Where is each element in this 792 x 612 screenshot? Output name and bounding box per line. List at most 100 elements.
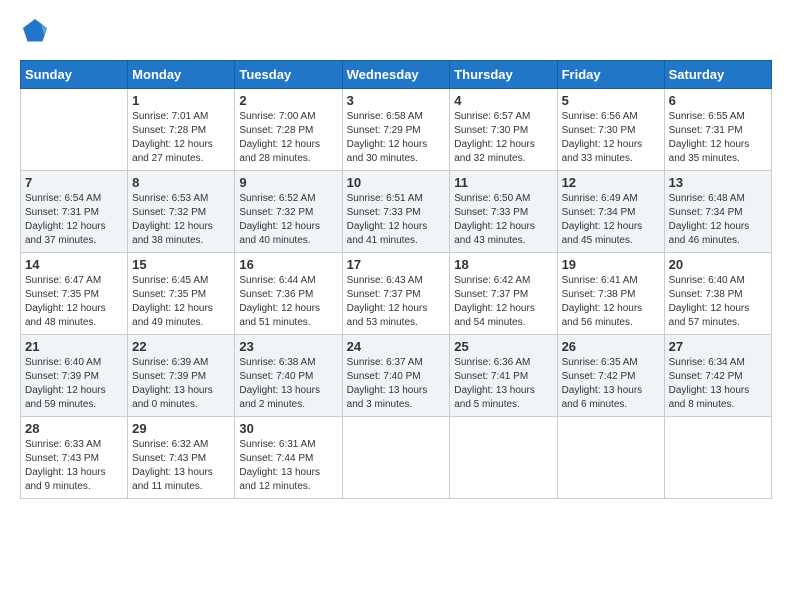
day-number: 8 (132, 175, 230, 190)
day-number: 17 (347, 257, 446, 272)
day-number: 25 (454, 339, 552, 354)
day-info: Sunrise: 7:00 AM Sunset: 7:28 PM Dayligh… (239, 110, 337, 166)
calendar-cell (450, 417, 557, 499)
day-info: Sunrise: 6:43 AM Sunset: 7:37 PM Dayligh… (347, 274, 446, 330)
calendar-header-row: SundayMondayTuesdayWednesdayThursdayFrid… (21, 61, 772, 89)
calendar-cell (21, 89, 128, 171)
day-number: 21 (25, 339, 123, 354)
calendar-cell: 9 Sunrise: 6:52 AM Sunset: 7:32 PM Daylig… (235, 171, 342, 253)
day-number: 7 (25, 175, 123, 190)
calendar-cell: 23 Sunrise: 6:38 AM Sunset: 7:40 PM Dayli… (235, 335, 342, 417)
col-header-monday: Monday (128, 61, 235, 89)
calendar-cell: 18 Sunrise: 6:42 AM Sunset: 7:37 PM Dayli… (450, 253, 557, 335)
calendar-week-row: 28 Sunrise: 6:33 AM Sunset: 7:43 PM Dayli… (21, 417, 772, 499)
col-header-friday: Friday (557, 61, 664, 89)
calendar-cell: 22Sunrise: 6:39 AM Sunset: 7:39 PM Dayli… (128, 335, 235, 417)
day-info: Sunrise: 6:53 AM Sunset: 7:32 PM Dayligh… (132, 192, 230, 248)
day-number: 6 (669, 93, 767, 108)
calendar-cell (342, 417, 450, 499)
calendar-table: SundayMondayTuesdayWednesdayThursdayFrid… (20, 60, 772, 499)
calendar-cell: 14 Sunrise: 6:47 AM Sunset: 7:35 PM Dayli… (21, 253, 128, 335)
calendar-cell: 15 Sunrise: 6:45 AM Sunset: 7:35 PM Dayli… (128, 253, 235, 335)
day-info: Sunrise: 6:40 AM Sunset: 7:39 PM Dayligh… (25, 356, 123, 412)
day-info: Sunrise: 6:47 AM Sunset: 7:35 PM Dayligh… (25, 274, 123, 330)
calendar-cell: 11Sunrise: 6:50 AM Sunset: 7:33 PM Dayli… (450, 171, 557, 253)
day-info: Sunrise: 6:31 AM Sunset: 7:44 PM Dayligh… (239, 438, 337, 494)
calendar-cell: 19 Sunrise: 6:41 AM Sunset: 7:38 PM Dayli… (557, 253, 664, 335)
logo (20, 20, 52, 50)
day-number: 28 (25, 421, 123, 436)
calendar-cell: 7 Sunrise: 6:54 AM Sunset: 7:31 PM Daylig… (21, 171, 128, 253)
day-number: 1 (132, 93, 230, 108)
day-number: 30 (239, 421, 337, 436)
day-info: Sunrise: 6:57 AM Sunset: 7:30 PM Dayligh… (454, 110, 552, 166)
day-info: Sunrise: 6:32 AM Sunset: 7:43 PM Dayligh… (132, 438, 230, 494)
day-number: 23 (239, 339, 337, 354)
calendar-cell: 8 Sunrise: 6:53 AM Sunset: 7:32 PM Daylig… (128, 171, 235, 253)
day-info: Sunrise: 6:51 AM Sunset: 7:33 PM Dayligh… (347, 192, 446, 248)
calendar-cell: 1 Sunrise: 7:01 AM Sunset: 7:28 PM Daylig… (128, 89, 235, 171)
day-info: Sunrise: 6:38 AM Sunset: 7:40 PM Dayligh… (239, 356, 337, 412)
day-info: Sunrise: 6:50 AM Sunset: 7:33 PM Dayligh… (454, 192, 552, 248)
day-number: 24 (347, 339, 446, 354)
calendar-cell: 4 Sunrise: 6:57 AM Sunset: 7:30 PM Daylig… (450, 89, 557, 171)
calendar-cell: 10 Sunrise: 6:51 AM Sunset: 7:33 PM Dayli… (342, 171, 450, 253)
day-number: 16 (239, 257, 337, 272)
calendar-cell: 24 Sunrise: 6:37 AM Sunset: 7:40 PM Dayli… (342, 335, 450, 417)
day-info: Sunrise: 6:54 AM Sunset: 7:31 PM Dayligh… (25, 192, 123, 248)
day-info: Sunrise: 6:41 AM Sunset: 7:38 PM Dayligh… (562, 274, 660, 330)
day-info: Sunrise: 6:45 AM Sunset: 7:35 PM Dayligh… (132, 274, 230, 330)
calendar-cell: 16Sunrise: 6:44 AM Sunset: 7:36 PM Dayli… (235, 253, 342, 335)
day-info: Sunrise: 6:55 AM Sunset: 7:31 PM Dayligh… (669, 110, 767, 166)
calendar-cell: 2 Sunrise: 7:00 AM Sunset: 7:28 PM Daylig… (235, 89, 342, 171)
calendar-cell: 12Sunrise: 6:49 AM Sunset: 7:34 PM Dayli… (557, 171, 664, 253)
calendar-cell: 3 Sunrise: 6:58 AM Sunset: 7:29 PM Daylig… (342, 89, 450, 171)
calendar-cell (664, 417, 771, 499)
calendar-week-row: 21 Sunrise: 6:40 AM Sunset: 7:39 PM Dayli… (21, 335, 772, 417)
day-info: Sunrise: 6:48 AM Sunset: 7:34 PM Dayligh… (669, 192, 767, 248)
calendar-cell: 20Sunrise: 6:40 AM Sunset: 7:38 PM Dayli… (664, 253, 771, 335)
day-info: Sunrise: 6:56 AM Sunset: 7:30 PM Dayligh… (562, 110, 660, 166)
calendar-cell: 27 Sunrise: 6:34 AM Sunset: 7:42 PM Dayli… (664, 335, 771, 417)
calendar-week-row: 7 Sunrise: 6:54 AM Sunset: 7:31 PM Daylig… (21, 171, 772, 253)
day-number: 29 (132, 421, 230, 436)
col-header-wednesday: Wednesday (342, 61, 450, 89)
day-number: 27 (669, 339, 767, 354)
day-number: 13 (669, 175, 767, 190)
col-header-tuesday: Tuesday (235, 61, 342, 89)
calendar-cell: 25 Sunrise: 6:36 AM Sunset: 7:41 PM Dayli… (450, 335, 557, 417)
day-number: 22 (132, 339, 230, 354)
day-number: 26 (562, 339, 660, 354)
day-number: 3 (347, 93, 446, 108)
calendar-cell (557, 417, 664, 499)
col-header-thursday: Thursday (450, 61, 557, 89)
col-header-saturday: Saturday (664, 61, 771, 89)
day-info: Sunrise: 6:42 AM Sunset: 7:37 PM Dayligh… (454, 274, 552, 330)
day-number: 18 (454, 257, 552, 272)
day-info: Sunrise: 6:36 AM Sunset: 7:41 PM Dayligh… (454, 356, 552, 412)
day-number: 14 (25, 257, 123, 272)
calendar-week-row: 14 Sunrise: 6:47 AM Sunset: 7:35 PM Dayli… (21, 253, 772, 335)
day-info: Sunrise: 6:58 AM Sunset: 7:29 PM Dayligh… (347, 110, 446, 166)
calendar-week-row: 1 Sunrise: 7:01 AM Sunset: 7:28 PM Daylig… (21, 89, 772, 171)
day-number: 20 (669, 257, 767, 272)
day-number: 12 (562, 175, 660, 190)
day-info: Sunrise: 6:33 AM Sunset: 7:43 PM Dayligh… (25, 438, 123, 494)
day-number: 2 (239, 93, 337, 108)
calendar-cell: 28 Sunrise: 6:33 AM Sunset: 7:43 PM Dayli… (21, 417, 128, 499)
day-number: 9 (239, 175, 337, 190)
day-info: Sunrise: 6:37 AM Sunset: 7:40 PM Dayligh… (347, 356, 446, 412)
day-number: 4 (454, 93, 552, 108)
page-header (20, 20, 772, 50)
day-info: Sunrise: 6:34 AM Sunset: 7:42 PM Dayligh… (669, 356, 767, 412)
day-number: 15 (132, 257, 230, 272)
day-number: 19 (562, 257, 660, 272)
calendar-cell: 30 Sunrise: 6:31 AM Sunset: 7:44 PM Dayli… (235, 417, 342, 499)
day-info: Sunrise: 6:52 AM Sunset: 7:32 PM Dayligh… (239, 192, 337, 248)
col-header-sunday: Sunday (21, 61, 128, 89)
calendar-cell: 5Sunrise: 6:56 AM Sunset: 7:30 PM Daylig… (557, 89, 664, 171)
day-info: Sunrise: 7:01 AM Sunset: 7:28 PM Dayligh… (132, 110, 230, 166)
day-number: 10 (347, 175, 446, 190)
calendar-cell: 26Sunrise: 6:35 AM Sunset: 7:42 PM Dayli… (557, 335, 664, 417)
calendar-cell: 13 Sunrise: 6:48 AM Sunset: 7:34 PM Dayli… (664, 171, 771, 253)
